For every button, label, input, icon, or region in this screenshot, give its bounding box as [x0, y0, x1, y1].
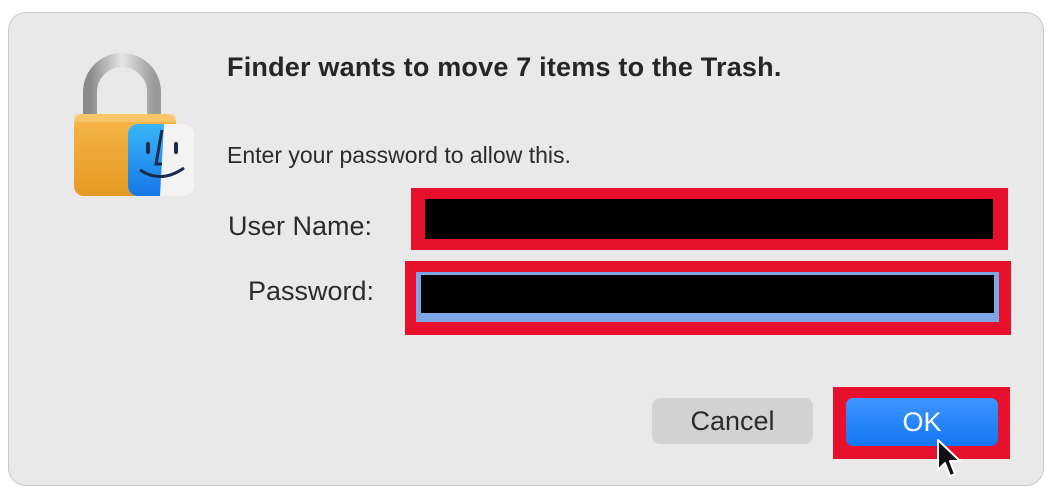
- lock-finder-icon: [66, 52, 196, 212]
- dialog-message: Enter your password to allow this.: [227, 142, 571, 168]
- mouse-pointer-icon: [936, 438, 964, 482]
- dialog-title: Finder wants to move 7 items to the Tras…: [227, 52, 782, 82]
- user-name-label: User Name:: [228, 211, 373, 241]
- password-label: Password:: [248, 276, 375, 306]
- ok-button[interactable]: OK: [846, 398, 998, 446]
- password-field[interactable]: [421, 275, 994, 313]
- user-name-field[interactable]: [425, 199, 993, 239]
- cancel-button[interactable]: Cancel: [652, 398, 813, 444]
